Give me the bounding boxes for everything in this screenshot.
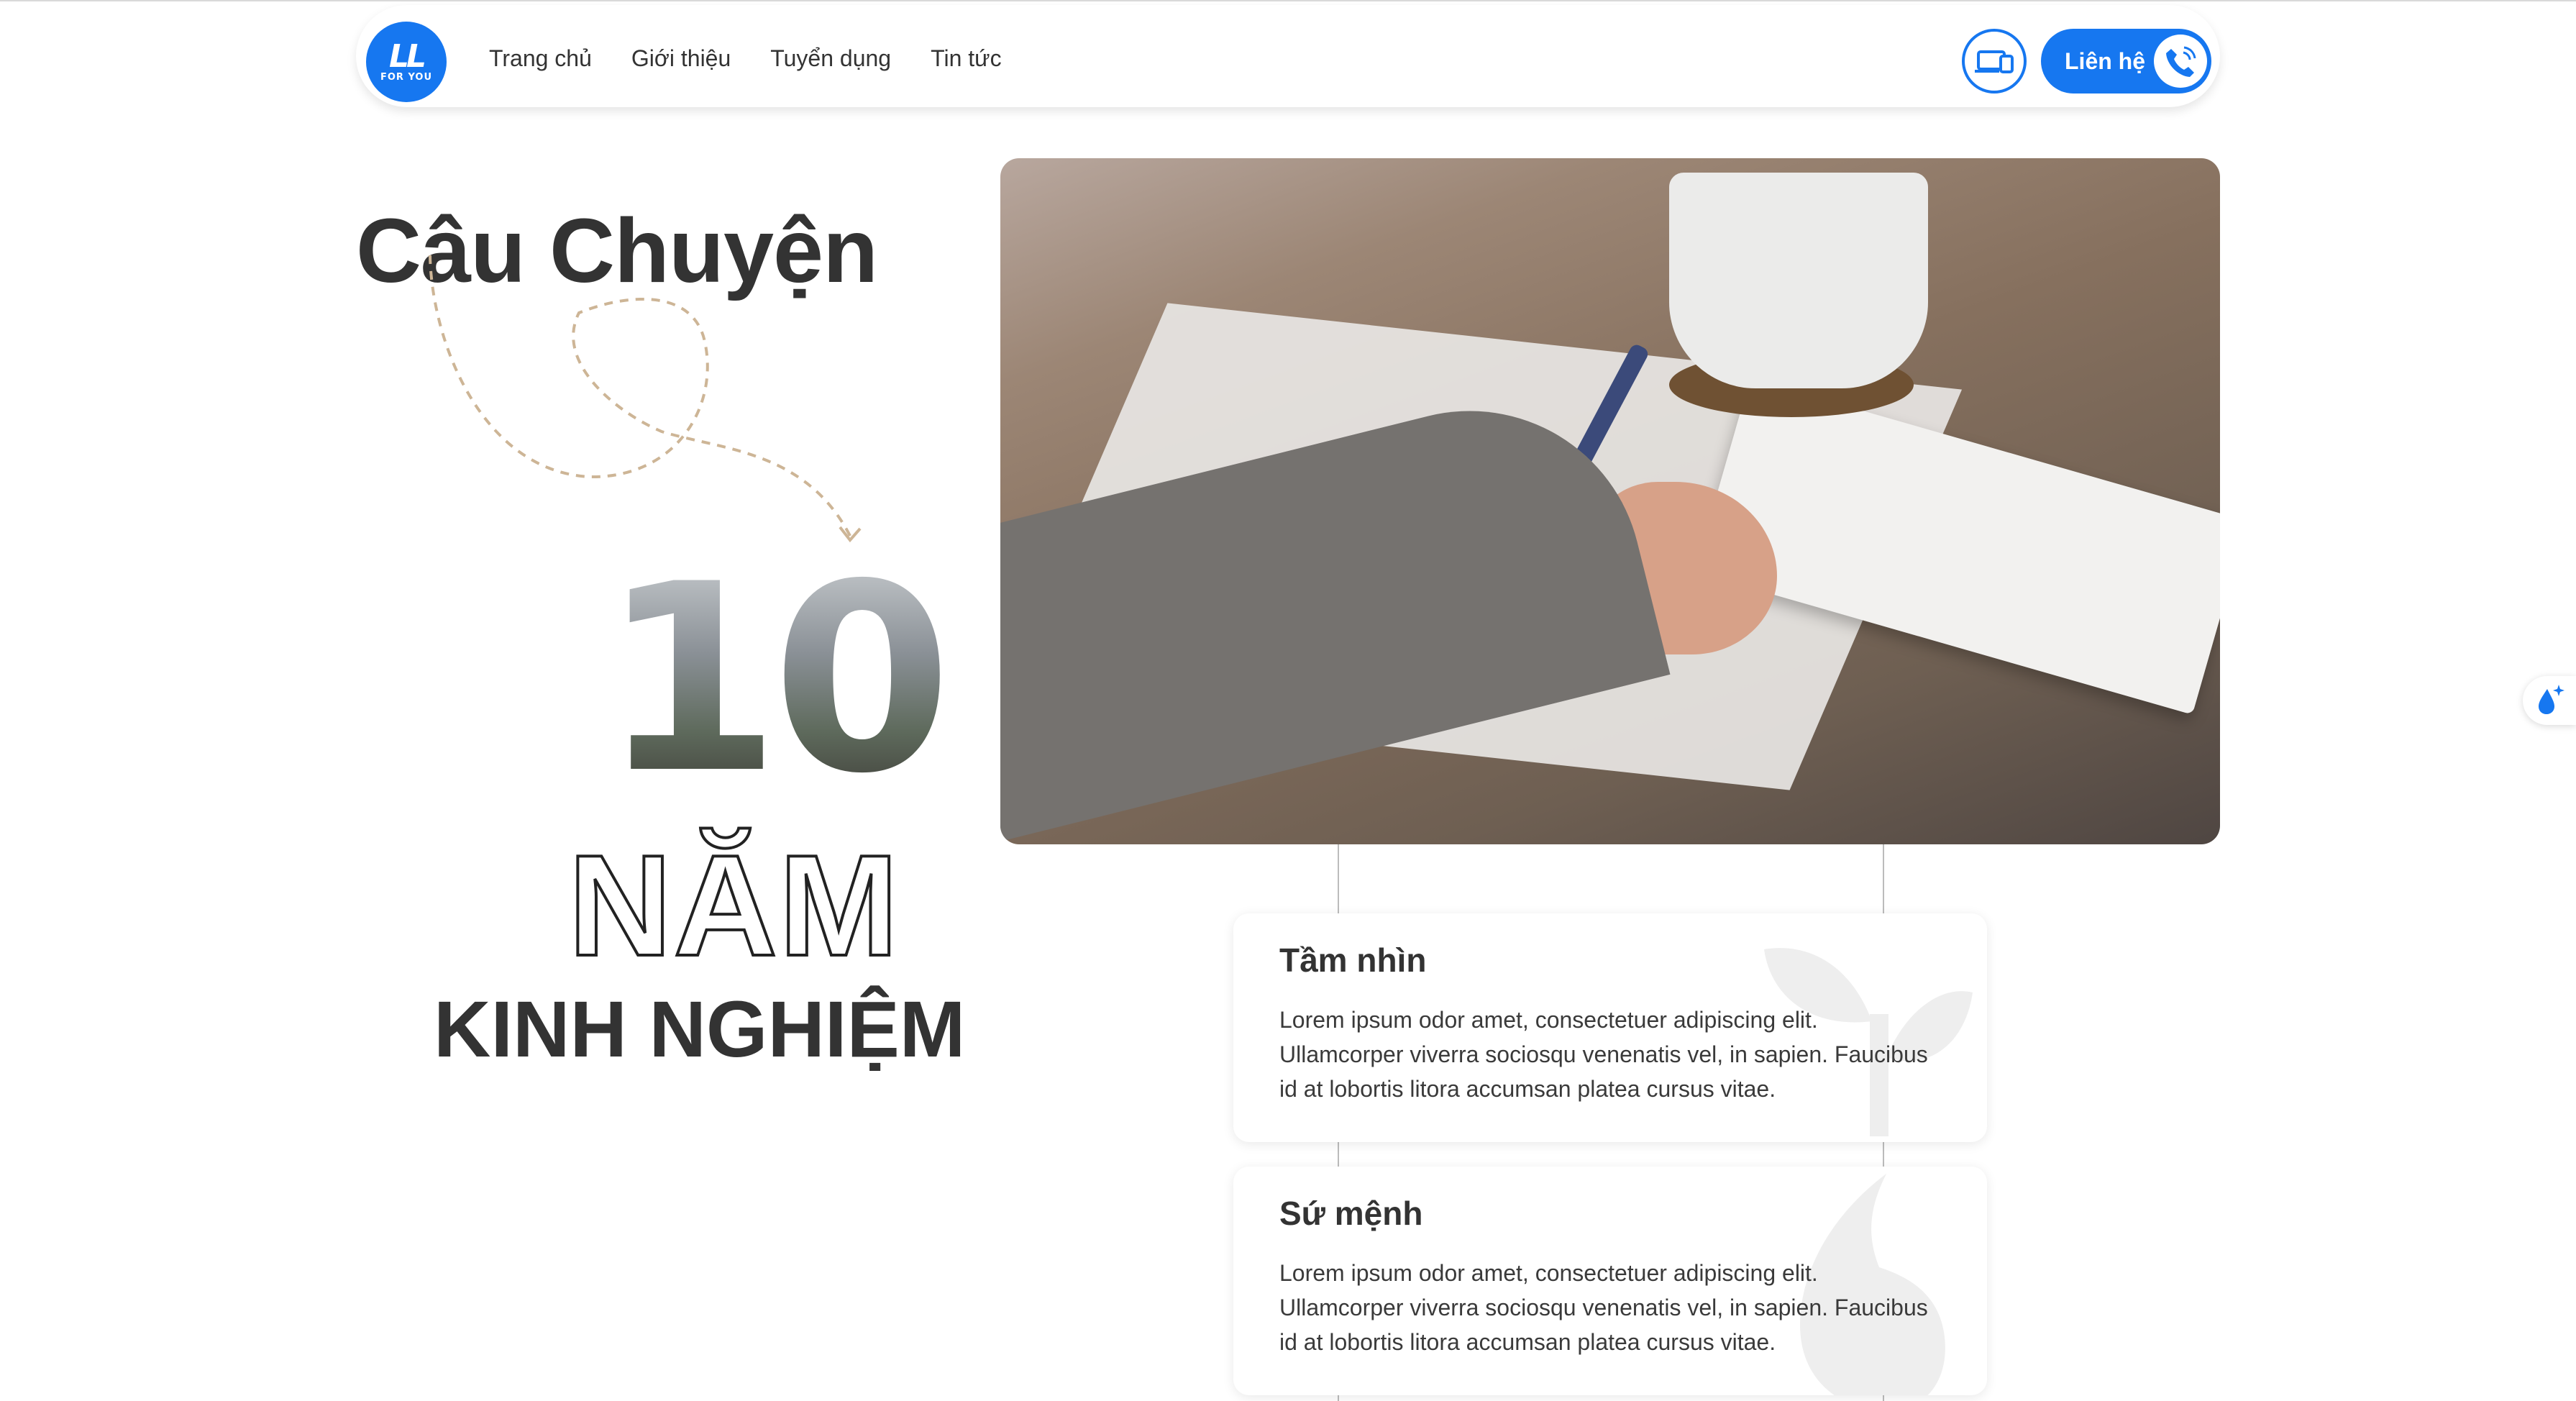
floating-widget[interactable] xyxy=(2523,676,2576,725)
experience-label: KINH NGHIỆM xyxy=(434,985,966,1074)
menu-item-gioi-thieu[interactable]: Giới thiệu xyxy=(631,45,731,72)
main-menu: Trang chủ Giới thiệu Tuyển dụng Tin tức xyxy=(489,45,1002,72)
devices-icon xyxy=(1975,50,2014,73)
logo[interactable]: LL FOR YOU xyxy=(366,22,447,102)
mission-text: Lorem ipsum odor amet, consectetuer adip… xyxy=(1279,1260,1928,1355)
top-border xyxy=(0,0,2576,1)
logo-mark: LL xyxy=(388,38,426,75)
mission-title: Sứ mệnh xyxy=(1279,1195,1423,1232)
phone-icon xyxy=(2154,35,2207,88)
menu-item-trang-chu[interactable]: Trang chủ xyxy=(489,45,592,72)
contact-button-label: Liên hệ xyxy=(2065,48,2146,74)
navbar: LL FOR YOU Trang chủ Giới thiệu Tuyển dụ… xyxy=(356,5,2220,107)
vision-text: Lorem ipsum odor amet, consectetuer adip… xyxy=(1279,1007,1928,1102)
menu-item-tin-tuc[interactable]: Tin tức xyxy=(931,45,1001,72)
logo-subtitle: FOR YOU xyxy=(380,72,433,83)
years-number: 10 xyxy=(600,529,952,830)
device-toggle-button[interactable] xyxy=(1962,29,2027,93)
mission-card: Sứ mệnh Lorem ipsum odor amet, consectet… xyxy=(1233,1167,1987,1395)
years-word: NĂM xyxy=(567,826,900,986)
hero-photo xyxy=(1000,158,2220,844)
contact-button[interactable]: Liên hệ xyxy=(2041,29,2211,93)
vision-card: Tầm nhìn Lorem ipsum odor amet, consecte… xyxy=(1233,913,1987,1142)
menu-item-tuyen-dung[interactable]: Tuyển dụng xyxy=(770,45,891,72)
dashed-arrow-decoration xyxy=(429,255,862,543)
vision-title: Tầm nhìn xyxy=(1279,941,1427,979)
sparkle-drop-icon xyxy=(2539,685,2564,714)
